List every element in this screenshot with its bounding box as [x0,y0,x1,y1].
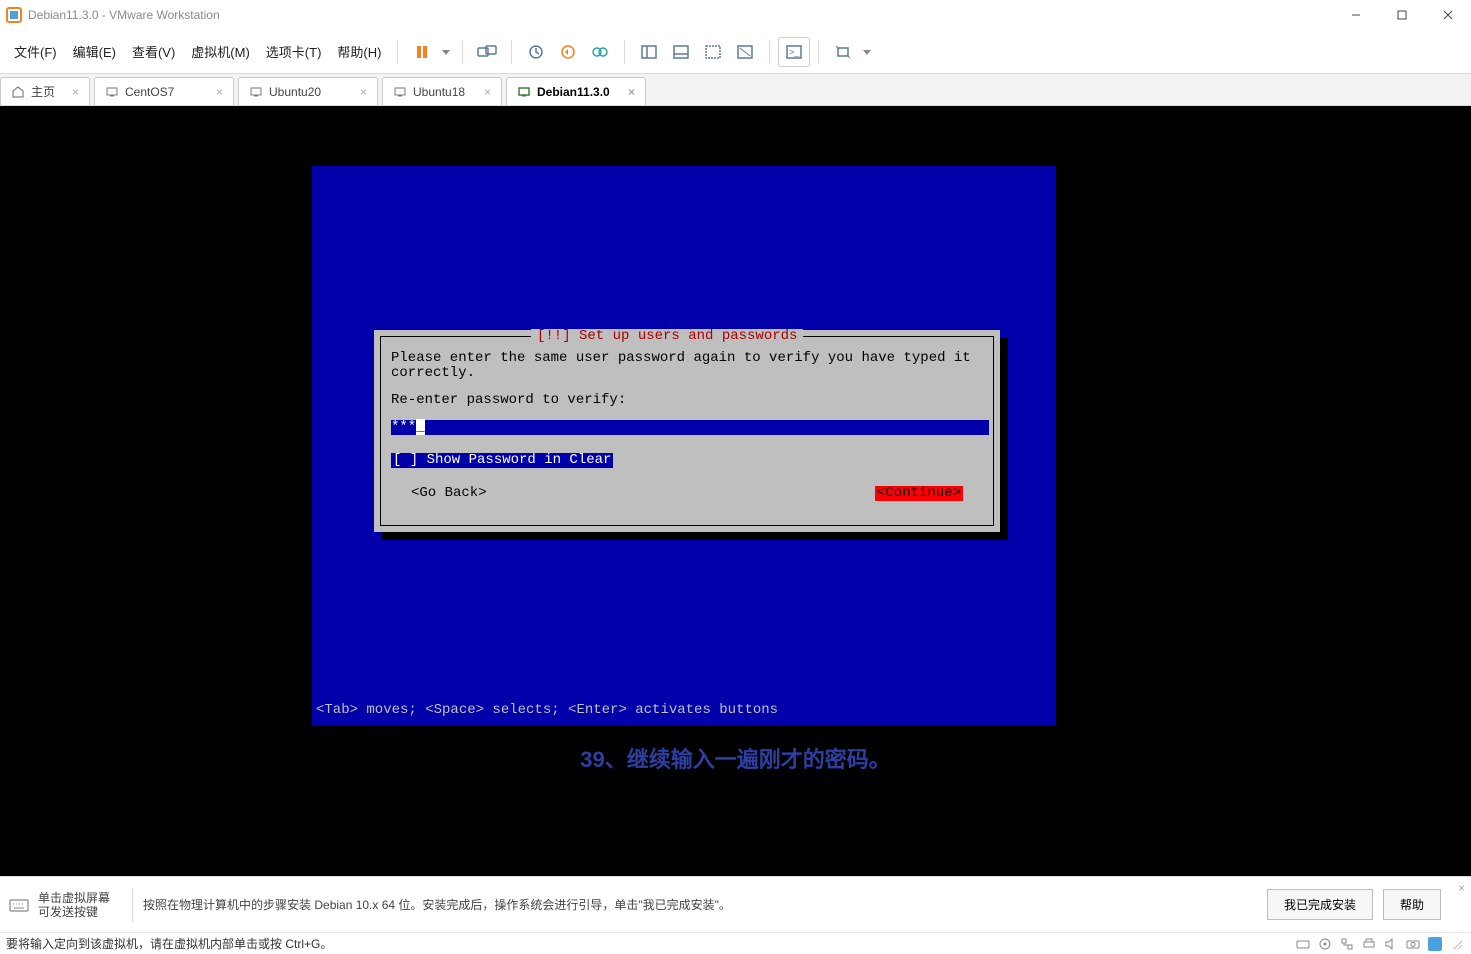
dialog-prompt: Re-enter password to verify: [391,393,983,408]
keyboard-icon [8,894,30,916]
separator [511,40,512,64]
snapshot-take-icon[interactable] [520,37,552,67]
power-dropdown-icon[interactable] [438,37,454,67]
show-password-checkbox[interactable]: [ ] Show Password in Clear [391,453,613,468]
dialog-title: [!!] Set up users and passwords [531,329,803,344]
status-text: 要将输入定向到该虚拟机，请在虚拟机内部单击或按 Ctrl+G。 [6,935,332,952]
network-icon[interactable] [1339,936,1355,952]
menu-file[interactable]: 文件(F) [6,36,65,67]
tab-ubuntu18[interactable]: Ubuntu18 × [382,77,502,105]
close-icon[interactable]: × [476,85,491,99]
install-done-button[interactable]: 我已完成安装 [1267,889,1373,920]
tutorial-caption: 39、继续输入一遍刚才的密码。 [0,742,1471,774]
snapshot-manager-icon[interactable] [584,37,616,67]
monitor-active-icon [517,85,531,99]
view-fullscreen-exit-icon[interactable] [729,37,761,67]
tabbar: 主页 × CentOS7 × Ubuntu20 × Ubuntu18 × Deb… [0,74,1471,106]
menu-edit[interactable]: 编辑(E) [65,36,124,67]
tab-label: CentOS7 [125,85,174,99]
separator [462,40,463,64]
send-ctrl-alt-del-icon[interactable] [471,37,503,67]
window-close-button[interactable] [1425,0,1471,30]
close-icon[interactable]: × [620,85,635,99]
app-icon [6,7,22,23]
status-bar: 要将输入定向到该虚拟机，请在虚拟机内部单击或按 Ctrl+G。 [0,932,1471,954]
window-title: Debian11.3.0 - VMware Workstation [28,8,220,22]
installer-dialog: [!!] Set up users and passwords Please e… [374,330,1000,532]
tab-label: Ubuntu18 [413,85,465,99]
tab-ubuntu20[interactable]: Ubuntu20 × [238,77,378,105]
camera-icon[interactable] [1405,936,1421,952]
tab-centos7[interactable]: CentOS7 × [94,77,234,105]
window-minimize-button[interactable] [1333,0,1379,30]
tab-debian11[interactable]: Debian11.3.0 × [506,77,646,105]
vm-display[interactable]: [!!] Set up users and passwords Please e… [0,106,1471,876]
password-verify-input[interactable]: ***_ [391,420,989,435]
window-maximize-button[interactable] [1379,0,1425,30]
go-back-button[interactable]: <Go Back> [411,486,487,501]
tab-label: 主页 [31,83,55,100]
tab-label: Debian11.3.0 [537,85,610,99]
close-icon[interactable]: × [352,85,367,99]
hintbar-close-icon[interactable]: × [1458,881,1465,895]
svg-text:>_: >_ [789,47,800,57]
window-titlebar: Debian11.3.0 - VMware Workstation [0,0,1471,30]
printer-icon[interactable] [1361,936,1377,952]
close-icon[interactable]: × [64,85,79,99]
resize-grip-icon[interactable] [1449,936,1465,952]
view-thumbnail-icon[interactable] [665,37,697,67]
installer-help-line: <Tab> moves; <Space> selects; <Enter> ac… [316,703,778,718]
sound-icon[interactable] [1383,936,1399,952]
separator [132,888,133,922]
monitor-icon [249,85,263,99]
stretch-dropdown-icon[interactable] [859,37,875,67]
pause-button[interactable] [406,37,438,67]
menubar: 文件(F) 编辑(E) 查看(V) 虚拟机(M) 选项卡(T) 帮助(H) >_ [0,30,1471,74]
tab-home[interactable]: 主页 × [0,77,90,105]
help-button[interactable]: 帮助 [1383,889,1441,920]
console-icon[interactable]: >_ [778,37,810,67]
close-icon[interactable]: × [208,85,223,99]
separator [769,40,770,64]
view-unity-icon[interactable] [697,37,729,67]
continue-button[interactable]: <Continue> [875,486,963,501]
hint-title: 单击虚拟屏幕 可发送按键 [38,891,110,919]
separator [818,40,819,64]
separator [397,40,398,64]
message-indicator-icon[interactable] [1427,936,1443,952]
monitor-icon [393,85,407,99]
guest-screen: [!!] Set up users and passwords Please e… [312,166,1056,726]
tab-label: Ubuntu20 [269,85,321,99]
harddisk-icon[interactable] [1295,936,1311,952]
menu-view[interactable]: 查看(V) [124,36,183,67]
menu-help[interactable]: 帮助(H) [329,36,389,67]
cdrom-icon[interactable] [1317,936,1333,952]
snapshot-revert-icon[interactable] [552,37,584,67]
stretch-icon[interactable] [827,37,859,67]
view-single-icon[interactable] [633,37,665,67]
hint-text: 按照在物理计算机中的步骤安装 Debian 10.x 64 位。安装完成后，操作… [143,896,731,913]
menu-tabs[interactable]: 选项卡(T) [258,36,330,67]
monitor-icon [105,85,119,99]
dialog-instruction: Please enter the same user password agai… [391,351,983,381]
install-hint-bar: 单击虚拟屏幕 可发送按键 按照在物理计算机中的步骤安装 Debian 10.x … [0,876,1471,932]
separator [624,40,625,64]
home-icon [11,85,25,99]
device-tray [1295,936,1465,952]
menu-vm[interactable]: 虚拟机(M) [183,36,258,67]
